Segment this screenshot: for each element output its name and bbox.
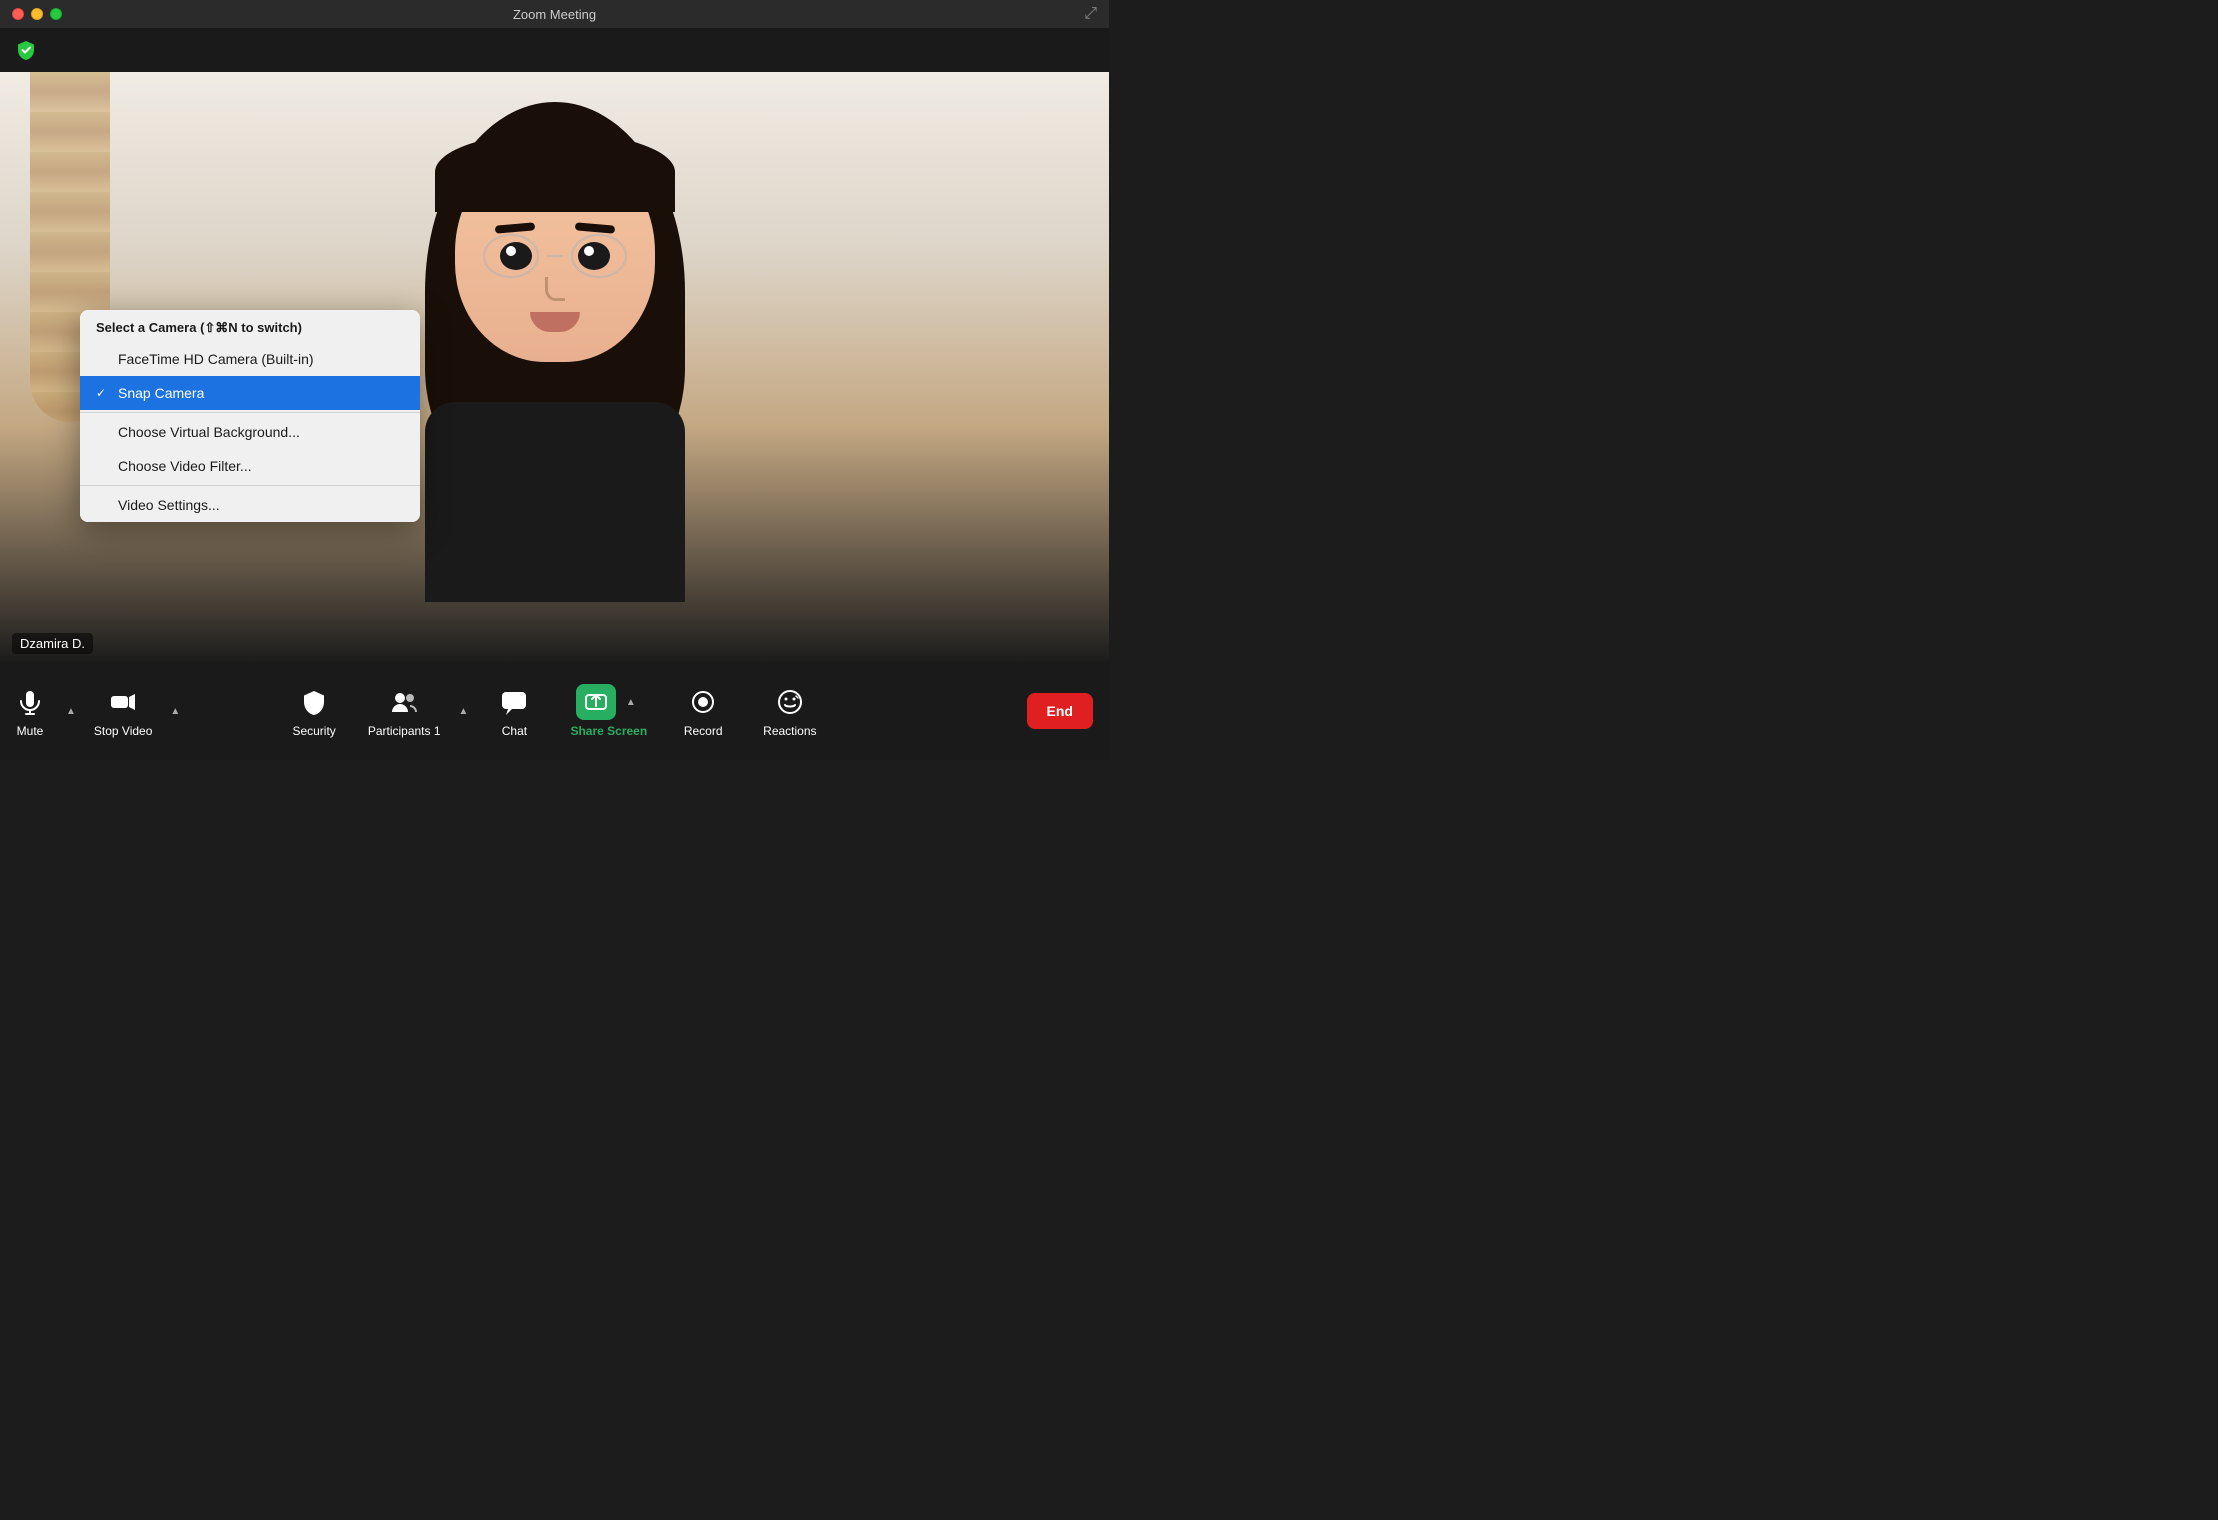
- mute-chevron-icon: ▲: [66, 706, 76, 717]
- stop-video-label: Stop Video: [94, 724, 153, 738]
- chat-label: Chat: [502, 724, 527, 738]
- reactions-button[interactable]: Reactions: [743, 676, 836, 746]
- mute-label: Mute: [17, 724, 44, 738]
- avatar-brow-right: [574, 222, 615, 233]
- record-label: Record: [684, 724, 723, 738]
- video-chevron-icon: ▲: [170, 706, 180, 717]
- mute-group: Mute ▲: [0, 676, 82, 746]
- shield-icon: [14, 38, 38, 62]
- stop-video-button[interactable]: Stop Video: [82, 676, 165, 746]
- reactions-label: Reactions: [763, 724, 816, 738]
- share-icon-container: ▲: [576, 684, 642, 720]
- security-button[interactable]: Security: [272, 676, 355, 746]
- share-screen-button[interactable]: ▲ Share Screen: [554, 678, 663, 744]
- video-arrow-button[interactable]: ▲: [164, 698, 186, 725]
- chat-button[interactable]: Chat: [474, 676, 554, 746]
- participants-group: Participants 1 ▲: [356, 676, 475, 746]
- chat-icon: [496, 684, 532, 720]
- traffic-lights: [12, 8, 62, 20]
- camera-option-facetime[interactable]: FaceTime HD Camera (Built-in): [80, 342, 420, 376]
- window-title: Zoom Meeting: [513, 7, 596, 22]
- participants-icon: [386, 684, 422, 720]
- share-arrow-button[interactable]: ▲: [620, 689, 642, 716]
- reactions-icon: [772, 684, 808, 720]
- menu-divider-1: [80, 412, 420, 413]
- close-button[interactable]: [12, 8, 24, 20]
- avatar-mouth: [530, 312, 580, 332]
- mute-arrow-button[interactable]: ▲: [60, 698, 82, 725]
- record-button[interactable]: Record: [663, 676, 743, 746]
- end-button[interactable]: End: [1027, 693, 1093, 729]
- avatar-glass-bridge: [547, 255, 563, 257]
- stop-video-group: Stop Video ▲: [82, 676, 186, 746]
- camera-menu: Select a Camera (⇧⌘N to switch) FaceTime…: [80, 310, 420, 522]
- maximize-button[interactable]: [50, 8, 62, 20]
- mute-icon: [12, 684, 48, 720]
- avatar-hair-front: [435, 132, 675, 212]
- participants-label: Participants 1: [368, 724, 441, 738]
- security-icon: [296, 684, 332, 720]
- minimize-button[interactable]: [31, 8, 43, 20]
- avatar-glasses: [483, 234, 627, 278]
- share-screen-label: Share Screen: [570, 724, 647, 738]
- participants-button[interactable]: Participants 1: [356, 676, 453, 746]
- toolbar-right-section: End: [1027, 693, 1093, 729]
- mute-button[interactable]: Mute: [0, 676, 60, 746]
- security-label: Security: [292, 724, 335, 738]
- camera-option-snap[interactable]: ✓ Snap Camera: [80, 376, 420, 410]
- check-mark-icon: ✓: [96, 386, 110, 400]
- toolbar-center-section: Security Participants 1 ▲: [272, 676, 836, 746]
- title-bar: Zoom Meeting ⤢: [0, 0, 1109, 28]
- expand-button[interactable]: ⤢: [1084, 5, 1097, 23]
- avatar-glass-left: [483, 234, 539, 278]
- camera-option-virtual-bg[interactable]: Choose Virtual Background...: [80, 415, 420, 449]
- avatar-glass-right: [571, 234, 627, 278]
- camera-menu-header: Select a Camera (⇧⌘N to switch): [80, 310, 420, 342]
- menu-divider-2: [80, 485, 420, 486]
- top-bar: [0, 28, 1109, 72]
- avatar-body: [425, 402, 685, 602]
- video-area: Dzamira D. Select a Camera (⇧⌘N to switc…: [0, 72, 1109, 662]
- camera-option-video-filter[interactable]: Choose Video Filter...: [80, 449, 420, 483]
- participants-chevron-icon: ▲: [459, 706, 469, 717]
- participants-arrow-button[interactable]: ▲: [453, 698, 475, 725]
- share-chevron-icon: ▲: [626, 697, 636, 708]
- participant-name-label: Dzamira D.: [12, 633, 93, 654]
- toolbar: Mute ▲ Stop Video ▲: [0, 662, 1109, 760]
- avatar-nose: [545, 277, 565, 301]
- toolbar-left-section: Mute ▲ Stop Video ▲: [0, 662, 186, 760]
- share-icon-bg: [576, 684, 616, 720]
- avatar-brow-left: [494, 222, 535, 233]
- record-icon: [685, 684, 721, 720]
- camera-option-settings[interactable]: Video Settings...: [80, 488, 420, 522]
- video-icon: [105, 684, 141, 720]
- share-screen-group: ▲ Share Screen: [554, 678, 663, 744]
